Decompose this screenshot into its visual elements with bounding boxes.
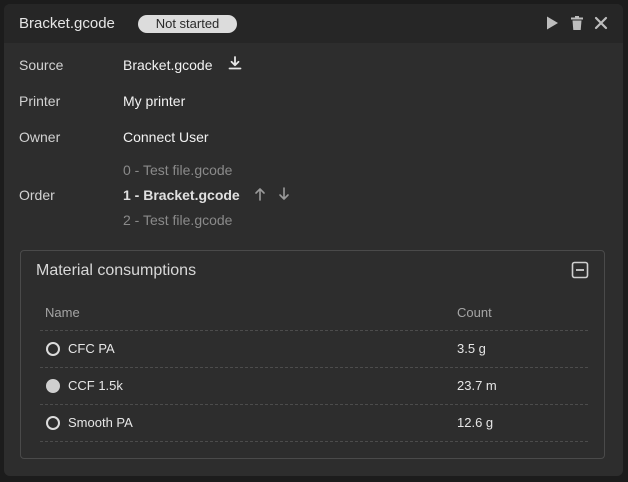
source-file-link[interactable]: Bracket.gcode xyxy=(123,57,213,73)
material-radio[interactable] xyxy=(46,342,60,356)
status-badge: Not started xyxy=(138,15,237,33)
order-item-previous: 0 - Test file.gcode xyxy=(123,162,233,178)
column-header-count: Count xyxy=(457,305,492,320)
close-icon[interactable] xyxy=(593,15,609,31)
table-row: CFC PA 3.5 g xyxy=(40,331,588,367)
material-radio[interactable] xyxy=(46,416,60,430)
play-icon[interactable] xyxy=(544,15,560,31)
table-row: CCF 1.5k 23.7 m xyxy=(40,368,588,404)
arrow-up-icon[interactable] xyxy=(253,187,267,201)
material-name: CFC PA xyxy=(68,341,115,356)
printer-value: My printer xyxy=(123,93,186,109)
panel-header: Bracket.gcode Not started xyxy=(4,4,623,43)
owner-value: Connect User xyxy=(123,129,209,145)
material-section-title: Material consumptions xyxy=(36,262,197,279)
job-detail-panel: Bracket.gcode Not started Source Bracket… xyxy=(4,4,623,476)
job-title: Bracket.gcode xyxy=(19,15,115,32)
material-radio-selected[interactable] xyxy=(46,379,60,393)
table-divider xyxy=(40,441,588,442)
download-icon[interactable] xyxy=(228,56,242,70)
order-label: Order xyxy=(19,187,55,203)
owner-label: Owner xyxy=(19,129,61,145)
arrow-down-icon[interactable] xyxy=(277,187,291,201)
order-item-current: 1 - Bracket.gcode xyxy=(123,187,240,203)
printer-label: Printer xyxy=(19,93,61,109)
material-count: 12.6 g xyxy=(457,415,494,430)
table-row: Smooth PA 12.6 g xyxy=(40,405,588,441)
order-item-next: 2 - Test file.gcode xyxy=(123,212,233,228)
material-consumptions-section: Material consumptions Name Count CFC PA … xyxy=(20,250,605,459)
material-count: 3.5 g xyxy=(457,341,486,356)
material-name: CCF 1.5k xyxy=(68,378,123,393)
collapse-icon[interactable] xyxy=(571,261,589,279)
material-name: Smooth PA xyxy=(68,415,133,430)
trash-icon[interactable] xyxy=(569,15,585,31)
material-count: 23.7 m xyxy=(457,378,497,393)
column-header-name: Name xyxy=(45,305,80,320)
source-label: Source xyxy=(19,57,64,73)
